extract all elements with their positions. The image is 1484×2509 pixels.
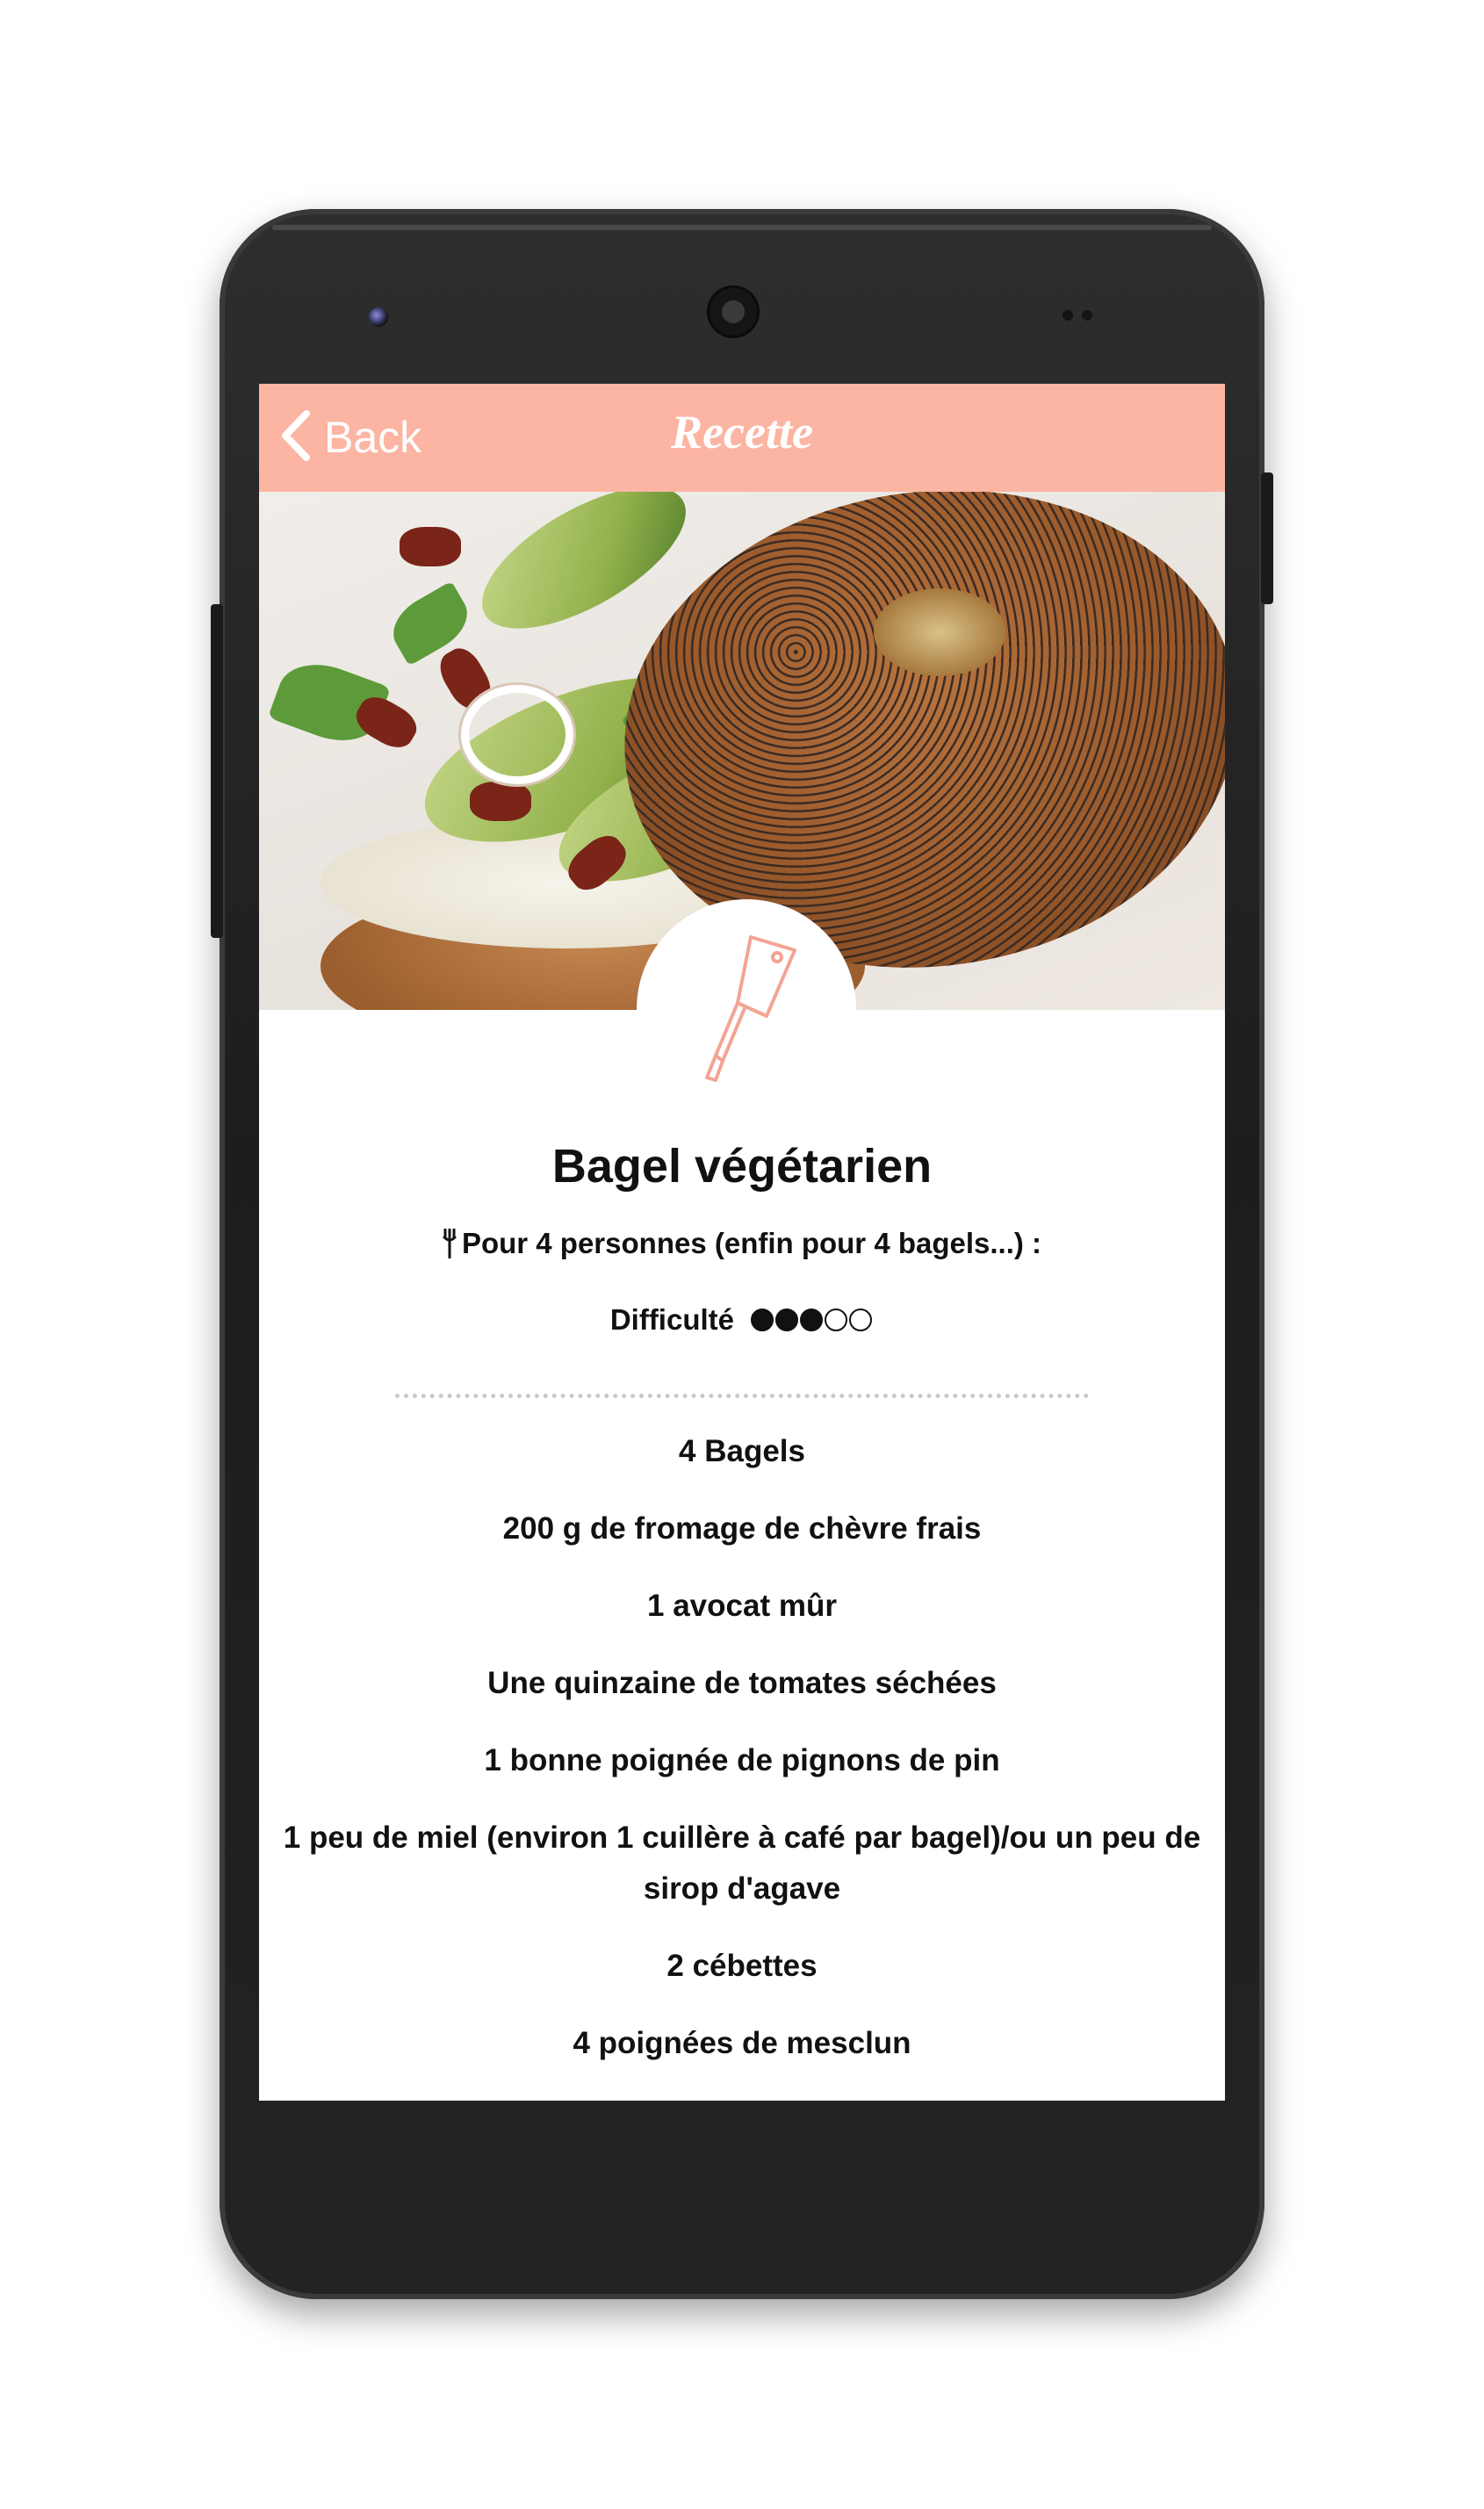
app-header: Back Recette xyxy=(259,384,1225,492)
app-screen: Back Recette Bagel végétarien Pour 4 per… xyxy=(259,384,1225,2101)
ingredient-item: 1 peu de miel (environ 1 cuillère à café… xyxy=(283,1820,1201,1906)
ingredients-list: 4 Bagels 200 g de fromage de chèvre frais… xyxy=(277,1426,1207,2095)
ingredient-item: 1 bonne poignée de pignons de pin xyxy=(484,1743,1000,1777)
difficulty-dot-filled xyxy=(775,1309,799,1332)
difficulty-dots xyxy=(751,1305,874,1338)
ingredient-item: 4 Bagels xyxy=(679,1434,805,1468)
fork-icon xyxy=(443,1228,457,1259)
earpiece-speaker xyxy=(707,285,760,338)
ingredient-item: 200 g de fromage de chèvre frais xyxy=(502,1511,982,1546)
cleaver-knife-icon xyxy=(705,935,796,1082)
recipe-title: Bagel végétarien xyxy=(551,1140,933,1193)
servings-line: Pour 4 personnes (enfin pour 4 bagels...… xyxy=(259,1227,1225,1260)
ingredient-item: 1 avocat mûr xyxy=(647,1589,837,1623)
front-camera xyxy=(369,307,388,327)
page-title: Recette xyxy=(671,406,813,458)
difficulty-dot-filled xyxy=(751,1309,774,1332)
ingredient-item: 4 poignées de mesclun xyxy=(573,2026,911,2060)
servings-text: Pour 4 personnes (enfin pour 4 bagels...… xyxy=(461,1227,1042,1259)
phone-bezel xyxy=(272,225,1212,230)
power-button xyxy=(1261,472,1273,604)
volume-button xyxy=(211,604,223,938)
difficulty-dot-empty xyxy=(825,1309,848,1332)
difficulty-dot-filled xyxy=(800,1309,824,1332)
ingredient-item: 2 cébettes xyxy=(666,1949,818,1983)
proximity-sensors xyxy=(1063,307,1106,321)
dotted-divider xyxy=(395,1394,1089,1398)
difficulty-rating: Difficulté xyxy=(259,1303,1225,1338)
difficulty-dot-empty xyxy=(849,1309,873,1332)
ingredient-item: Une quinzaine de tomates séchées xyxy=(487,1666,997,1700)
difficulty-label: Difficulté xyxy=(609,1303,734,1336)
